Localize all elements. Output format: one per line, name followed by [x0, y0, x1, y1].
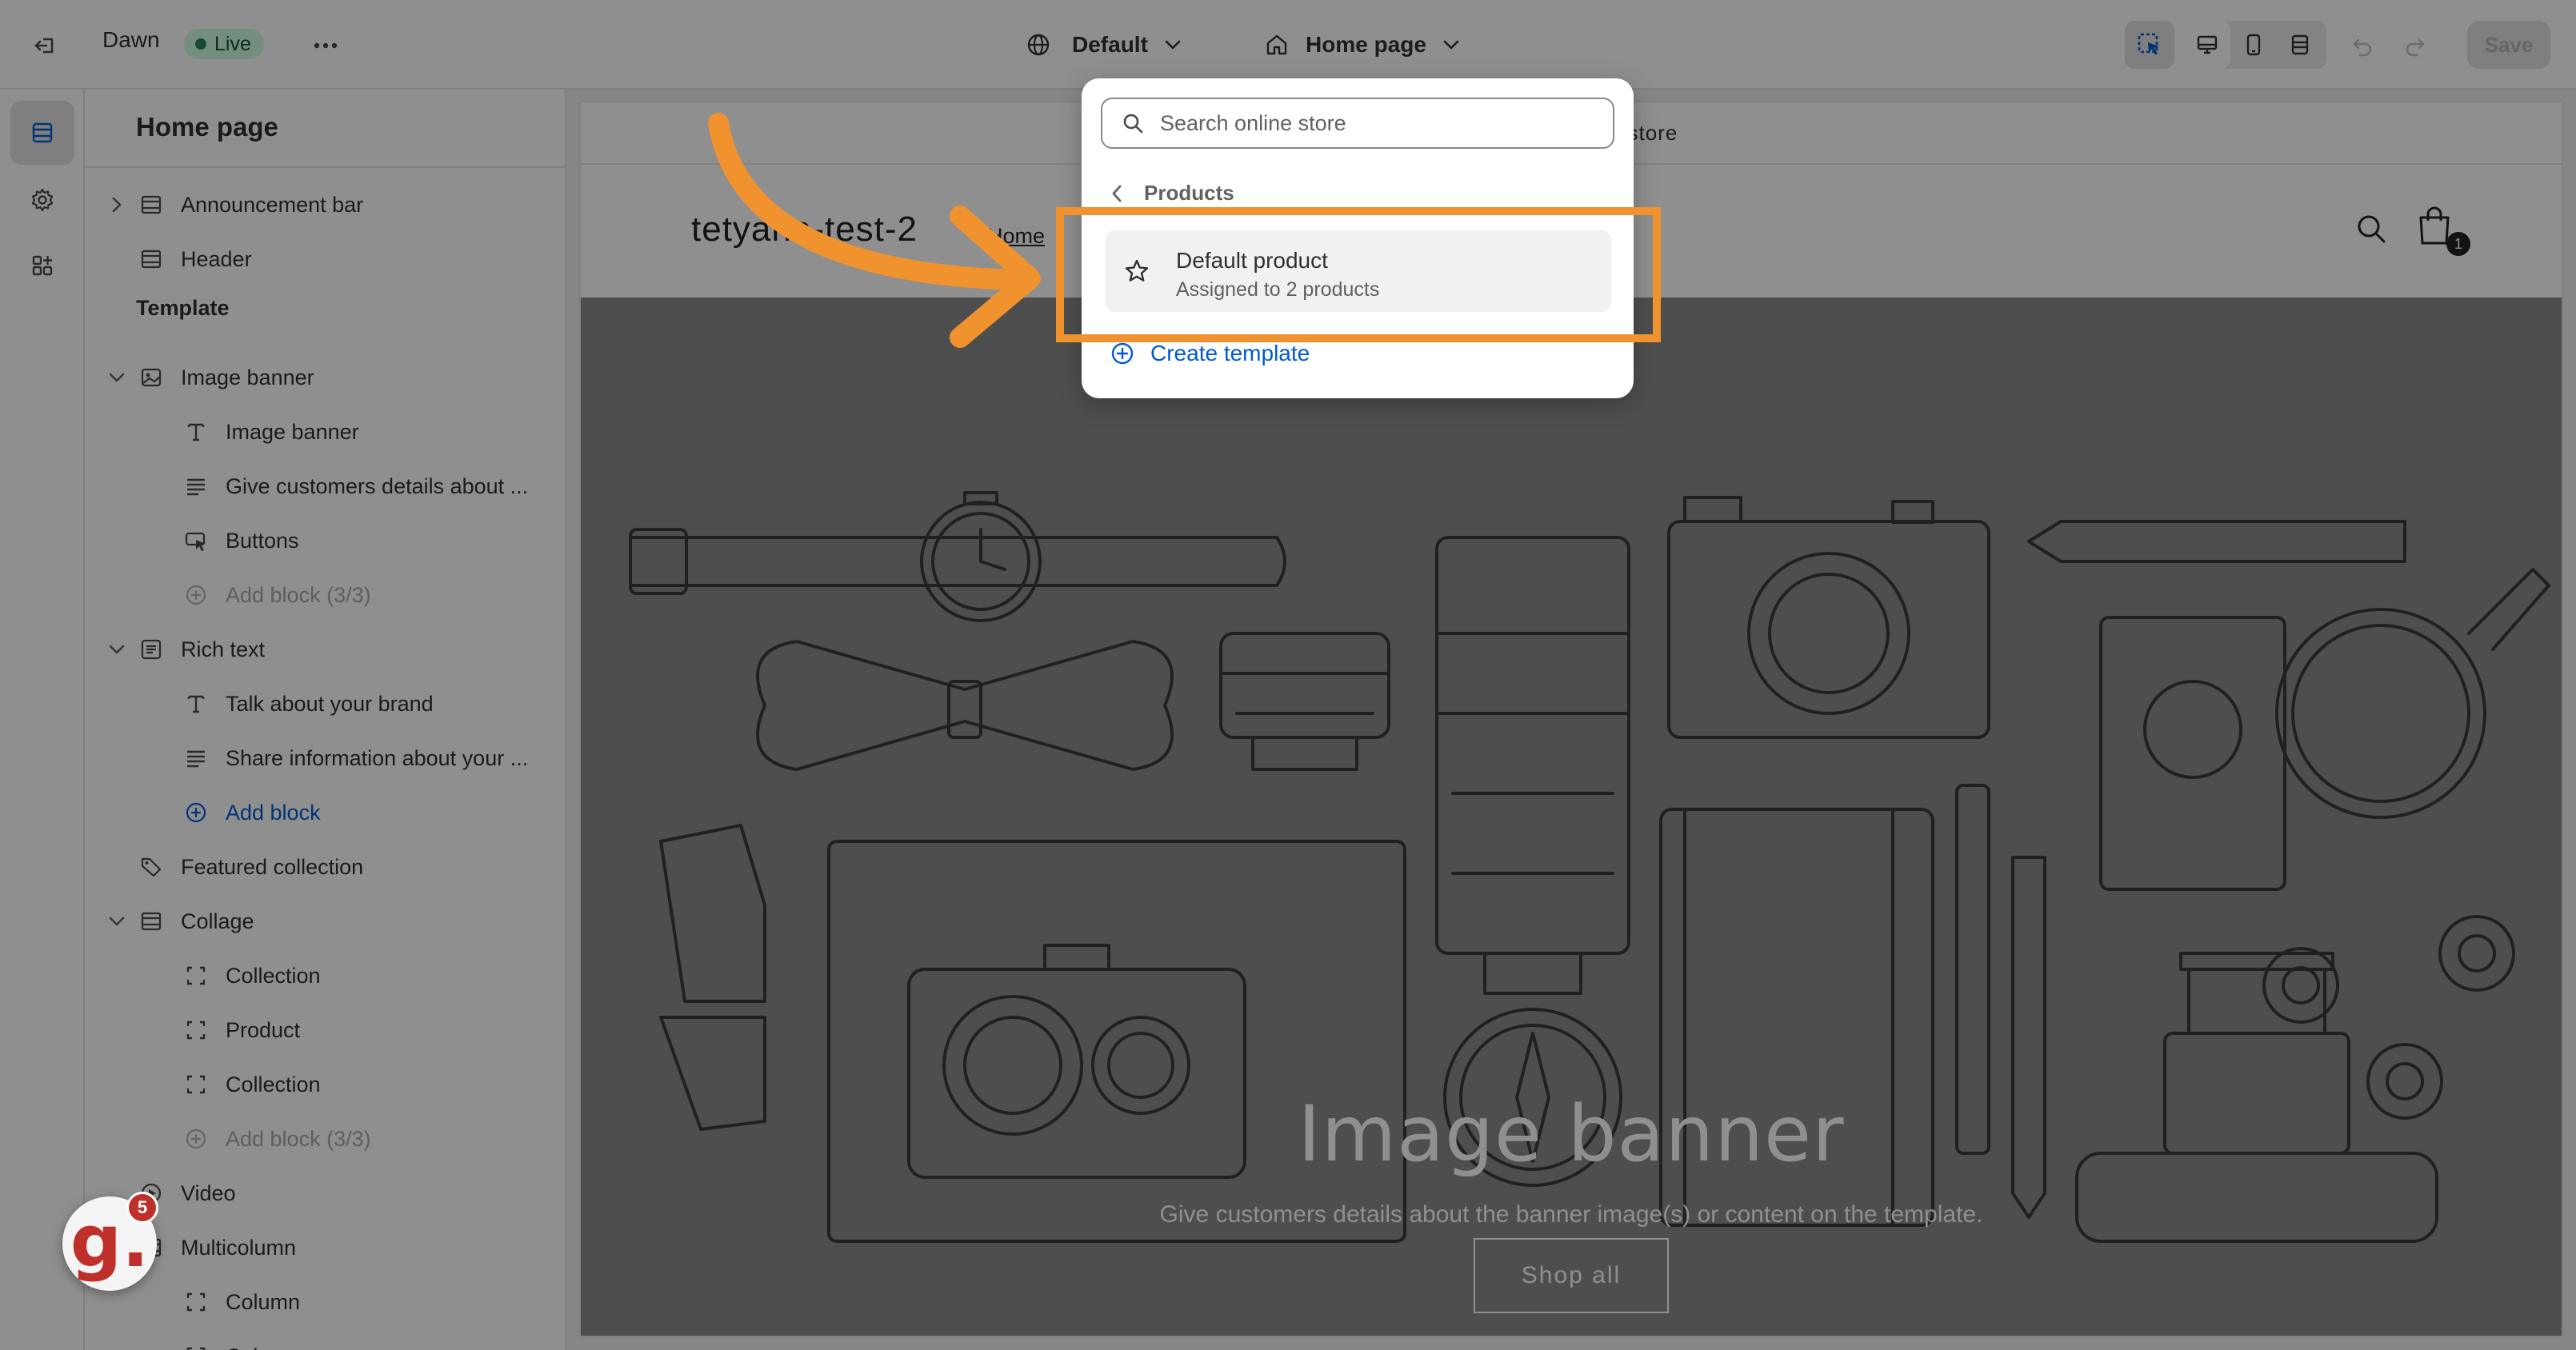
chevron-left-icon: [1110, 184, 1123, 203]
search-field[interactable]: [1101, 98, 1614, 149]
notification-badge: 5: [126, 1192, 158, 1224]
create-template-button[interactable]: Create template: [1110, 341, 1310, 366]
create-template-label: Create template: [1150, 341, 1310, 365]
curved-arrow-icon: [708, 113, 1041, 348]
back-to-products-button[interactable]: Products: [1110, 181, 1234, 206]
highlight-frame: [1056, 207, 1661, 342]
add-circle-icon: [1110, 341, 1134, 365]
search-icon: [1122, 112, 1144, 134]
search-input[interactable]: [1160, 110, 1608, 136]
user-avatar[interactable]: g. 5: [62, 1192, 158, 1291]
back-label: Products: [1144, 181, 1234, 205]
